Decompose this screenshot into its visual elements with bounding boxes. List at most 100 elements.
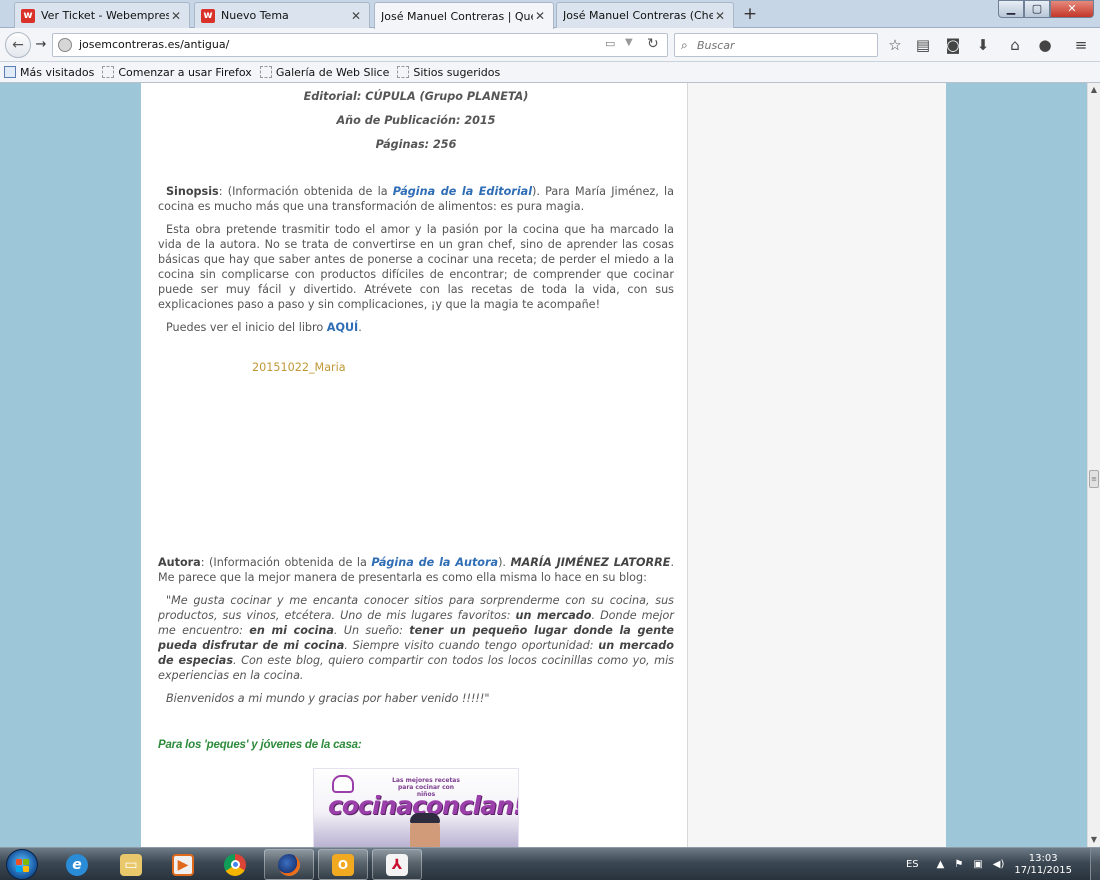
scroll-thumb[interactable]: ≡ bbox=[1089, 470, 1099, 488]
internet-explorer-icon: e bbox=[66, 853, 88, 876]
year-line: Año de Publicación: 2015 bbox=[336, 114, 496, 127]
synopsis-body-paragraph: Esta obra pretende trasmitir todo el amo… bbox=[158, 223, 674, 311]
close-tab-icon[interactable]: ✕ bbox=[349, 9, 363, 23]
autora-paragraph: Autora: (Información obtenida de la Pági… bbox=[158, 555, 674, 585]
search-bar[interactable]: ⌕ bbox=[674, 33, 878, 57]
most-visited-icon bbox=[4, 66, 16, 78]
pages-line: Páginas: 256 bbox=[375, 138, 457, 151]
preview-paragraph: Puedes ver el inicio del libro AQUÍ. bbox=[166, 321, 362, 334]
taskbar-acrobat[interactable]: ⅄ bbox=[372, 849, 422, 880]
clock-time: 13:03 bbox=[1028, 852, 1058, 864]
book-cover-image[interactable]: Las mejores recetas para cocinar con niñ… bbox=[313, 768, 519, 847]
article-body: Editorial: CÚPULA (Grupo PLANETA) Año de… bbox=[158, 83, 674, 753]
autora-text: ). bbox=[498, 556, 511, 569]
language-indicator[interactable]: ES bbox=[906, 859, 919, 870]
tab-jose-manuel-contreras-active[interactable]: José Manuel Contreras | Que n... ✕ bbox=[374, 2, 554, 29]
close-tab-icon[interactable]: ✕ bbox=[713, 9, 727, 23]
close-window-button[interactable]: ✕ bbox=[1050, 0, 1094, 18]
show-desktop-button[interactable] bbox=[1090, 848, 1100, 880]
tab-jose-manuel-contreras-chema[interactable]: José Manuel Contreras (Chema... ✕ bbox=[556, 2, 734, 28]
url-text[interactable]: josemcontreras.es/antigua/ bbox=[79, 38, 229, 51]
new-tab-button[interactable]: + bbox=[740, 4, 760, 24]
taskbar-file-explorer[interactable]: ▭ bbox=[106, 849, 156, 880]
taskbar-firefox[interactable] bbox=[264, 849, 314, 880]
menu-icon[interactable]: ≡ bbox=[1070, 34, 1092, 56]
volume-icon[interactable]: ◀) bbox=[993, 859, 1005, 870]
vertical-scrollbar[interactable]: ▲ ≡ ▼ bbox=[1087, 83, 1100, 847]
flag-icon[interactable]: ⚑ bbox=[954, 859, 963, 870]
maximize-button[interactable]: ▢ bbox=[1024, 0, 1050, 18]
preview-text: Puedes ver el inicio del libro bbox=[166, 321, 327, 334]
bookmark-galeria-web-slice[interactable]: Galería de Web Slice bbox=[259, 66, 389, 79]
quote-text: . Con este blog, quiero compartir con to… bbox=[158, 654, 674, 682]
network-icon[interactable]: ▣ bbox=[973, 859, 982, 870]
author-page-link[interactable]: Página de la Autora bbox=[371, 556, 498, 569]
tab-title: Nuevo Tema bbox=[221, 9, 289, 22]
show-hidden-icons[interactable]: ▲ bbox=[937, 859, 945, 870]
folder-icon bbox=[259, 66, 272, 78]
quote-text: . Siempre visito cuando tengo oportunida… bbox=[344, 639, 599, 652]
reload-icon[interactable]: ↻ bbox=[647, 36, 659, 52]
taskbar-internet-explorer[interactable]: e bbox=[52, 849, 102, 880]
close-tab-icon[interactable]: ✕ bbox=[533, 9, 547, 23]
back-button[interactable]: ← bbox=[5, 32, 31, 58]
tab-title: José Manuel Contreras (Chema... bbox=[563, 9, 713, 22]
url-bar[interactable]: josemcontreras.es/antigua/ ▭ ▼ ↻ bbox=[52, 33, 668, 57]
folder-icon bbox=[397, 66, 410, 78]
quote-emphasis: un mercado bbox=[515, 609, 592, 622]
scroll-down-arrow-icon[interactable]: ▼ bbox=[1088, 833, 1100, 847]
editorial-line: Editorial: CÚPULA (Grupo PLANETA) bbox=[303, 90, 529, 103]
downloads-icon[interactable]: ⬇ bbox=[972, 34, 994, 56]
clock-date: 17/11/2015 bbox=[1014, 864, 1072, 876]
tab-ver-ticket[interactable]: w Ver Ticket - Webempresa E... ✕ bbox=[14, 2, 190, 28]
bookmark-label: Más visitados bbox=[20, 65, 95, 79]
tab-title: José Manuel Contreras | Que n... bbox=[381, 9, 533, 23]
start-button[interactable] bbox=[6, 849, 38, 880]
author-quote: "Me gusta cocinar y me encanta conocer s… bbox=[158, 593, 674, 683]
bookmark-star-icon[interactable]: ☆ bbox=[884, 34, 906, 56]
folder-icon: ▭ bbox=[120, 853, 142, 876]
bookmark-sitios-sugeridos[interactable]: Sitios sugeridos bbox=[397, 66, 500, 79]
system-tray: ES ▲ ⚑ ▣ ◀) 13:03 17/11/2015 bbox=[906, 848, 1100, 880]
quote-closing: Bienvenidos a mi mundo y gracias por hab… bbox=[166, 692, 490, 705]
taskbar-media-player[interactable]: ▶ bbox=[158, 849, 208, 880]
taskbar-outlook[interactable]: O bbox=[318, 849, 368, 880]
globe-icon bbox=[58, 38, 72, 52]
editorial-page-link[interactable]: Página de la Editorial bbox=[393, 185, 532, 198]
tab-title: Ver Ticket - Webempresa E... bbox=[41, 9, 169, 22]
autora-label: Autora bbox=[158, 556, 201, 569]
acrobat-icon: ⅄ bbox=[386, 853, 408, 876]
scroll-up-arrow-icon[interactable]: ▲ bbox=[1088, 83, 1100, 97]
author-image-link[interactable]: 20151022_Maria bbox=[252, 361, 346, 374]
bookmark-mas-visitados[interactable]: Más visitados bbox=[4, 66, 94, 79]
folder-icon bbox=[102, 66, 115, 78]
tab-strip: w Ver Ticket - Webempresa E... ✕ w Nuevo… bbox=[0, 0, 1100, 29]
kids-section-heading: Para los 'peques' y jóvenes de la casa: bbox=[158, 739, 362, 751]
forward-button[interactable]: → bbox=[32, 37, 50, 53]
sidebar-column bbox=[687, 83, 946, 847]
sinopsis-text: : (Información obtenida de la bbox=[218, 185, 393, 198]
bookmark-label: Comenzar a usar Firefox bbox=[118, 65, 252, 79]
windows-logo-icon bbox=[16, 859, 29, 872]
close-tab-icon[interactable]: ✕ bbox=[169, 9, 183, 23]
image-placeholder: 20151022_Maria bbox=[158, 360, 674, 375]
bookmarks-list-icon[interactable]: ▤ bbox=[912, 34, 934, 56]
preview-link-aqui[interactable]: AQUÍ bbox=[327, 321, 358, 334]
clock[interactable]: 13:03 17/11/2015 bbox=[1014, 853, 1072, 877]
webempresa-favicon-icon: w bbox=[201, 8, 215, 23]
minimize-button[interactable]: ▁ bbox=[998, 0, 1024, 18]
pocket-icon[interactable]: ◙ bbox=[942, 34, 964, 56]
page-viewport: Editorial: CÚPULA (Grupo PLANETA) Año de… bbox=[0, 83, 1087, 847]
url-dropdown-icon[interactable]: ▼ bbox=[625, 37, 633, 48]
taskbar-chrome[interactable] bbox=[210, 849, 260, 880]
bookmark-comenzar-firefox[interactable]: Comenzar a usar Firefox bbox=[102, 66, 252, 79]
webempresa-favicon-icon: w bbox=[21, 8, 35, 23]
home-icon[interactable]: ⌂ bbox=[1004, 34, 1026, 56]
sinopsis-paragraph: Sinopsis: (Información obtenida de la Pá… bbox=[158, 184, 674, 214]
reader-view-icon[interactable]: ▭ bbox=[605, 37, 621, 51]
search-input[interactable] bbox=[697, 37, 873, 53]
author-name: MARÍA JIMÉNEZ LATORRE bbox=[510, 556, 671, 569]
tab-nuevo-tema[interactable]: w Nuevo Tema ✕ bbox=[194, 2, 370, 28]
windows-taskbar: e ▭ ▶ O ⅄ ES ▲ ⚑ ▣ ◀) 13:03 17/11/2015 bbox=[0, 847, 1100, 880]
chat-icon[interactable]: ● bbox=[1034, 34, 1056, 56]
